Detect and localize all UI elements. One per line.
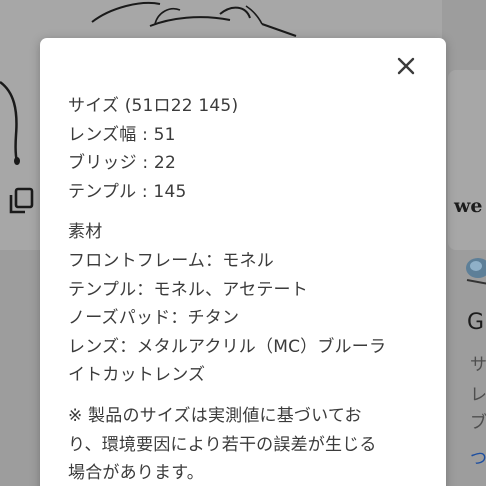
- background-product-text: レ: [470, 385, 486, 405]
- lens-material: レンズ：メタルアクリル（MC）ブルーラ: [68, 336, 387, 357]
- note-line: り、環境要因により若干の誤差が生じる: [68, 434, 377, 455]
- note-line: ※ 製品のサイズは実測値に基づいてお: [68, 405, 362, 426]
- lens-width-spec: レンズ幅 : 51: [68, 124, 176, 145]
- background-brand-text: we: [454, 195, 483, 217]
- background-product-link[interactable]: つ: [470, 444, 486, 469]
- size-disclaimer-note: ※ 製品のサイズは実測値に基づいてお り、環境要因により若干の誤差が生じる 場合…: [68, 402, 428, 486]
- bridge-spec: ブリッジ : 22: [68, 153, 176, 174]
- copy-icon[interactable]: [6, 186, 36, 216]
- size-section: サイズ (51ロ22 145) レンズ幅 : 51 ブリッジ : 22 テンプル…: [68, 92, 428, 206]
- material-heading: 素材: [68, 222, 103, 243]
- close-icon: [397, 57, 415, 75]
- note-line: 場合があります。: [68, 463, 204, 484]
- size-title: サイズ (51ロ22 145): [68, 96, 239, 116]
- close-button[interactable]: [392, 52, 420, 80]
- dialog-body: サイズ (51ロ22 145) レンズ幅 : 51 ブリッジ : 22 テンプル…: [68, 92, 428, 486]
- product-page: we G サ レ ブ つ サイズ (51ロ22 145) レンズ幅 : 51 ブ…: [0, 0, 486, 486]
- front-frame-material: フロントフレーム：モネル: [68, 250, 274, 271]
- temple-material: テンプル：モネル、アセテート: [68, 279, 308, 300]
- material-section: 素材 フロントフレーム：モネル テンプル：モネル、アセテート ノーズパッド：チタ…: [68, 218, 428, 390]
- temple-spec: テンプル : 145: [68, 181, 187, 202]
- product-thumbnail-image: [466, 258, 486, 285]
- nose-pad-material: ノーズパッド：チタン: [68, 308, 240, 329]
- lens-material-continued: イトカットレンズ: [68, 365, 206, 386]
- background-product-text: サ: [470, 355, 486, 375]
- background-product-text: ブ: [470, 413, 486, 433]
- background-product-title: G: [467, 310, 485, 335]
- product-details-dialog: サイズ (51ロ22 145) レンズ幅 : 51 ブリッジ : 22 テンプル…: [40, 38, 446, 486]
